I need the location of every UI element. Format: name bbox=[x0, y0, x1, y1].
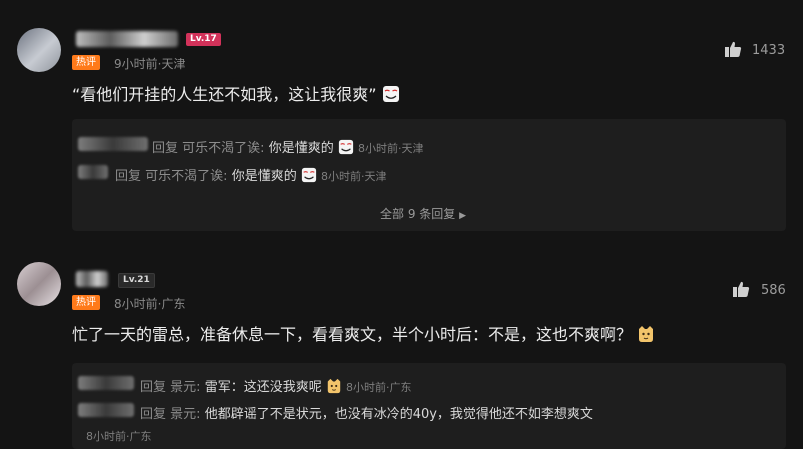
reply-meta: 8小时前·广东 bbox=[345, 381, 412, 394]
level-badge: Lv.17 bbox=[186, 33, 221, 46]
view-all-replies-label: 全部 9 条回复 bbox=[380, 207, 456, 221]
reply-username[interactable] bbox=[78, 165, 108, 179]
reply-row: 回复 可乐不渴了诶: 你是懂爽的 8小时前·天津 bbox=[115, 165, 386, 184]
reply-prefix: 回复 bbox=[152, 141, 179, 156]
view-all-replies-button[interactable]: 全部 9 条回复 ▶ bbox=[380, 205, 466, 222]
reply-text: 你是懂爽的 bbox=[231, 169, 297, 184]
comment-body: 忙了一天的雷总，准备休息一下，看看爽文，半个小时后：不是，这也不爽啊？ bbox=[72, 325, 633, 344]
level-badge: Lv.21 bbox=[118, 273, 155, 288]
cat-face-emoji-icon bbox=[639, 326, 654, 342]
avatar[interactable] bbox=[17, 28, 61, 72]
reply-text: 他都辟谣了不是状元，也没有冰冷的40y，我觉得他还不如李想爽文 bbox=[204, 407, 593, 422]
comment-body: “看他们开挂的人生还不如我，这让我很爽” bbox=[72, 85, 377, 104]
reply-row: 回复 景元: 他都辟谣了不是状元，也没有冰冷的40y，我觉得他还不如李想爽文 bbox=[140, 403, 593, 422]
hot-comment-badge: 热评 bbox=[72, 295, 100, 310]
reply-prefix: 回复 bbox=[140, 407, 167, 422]
reply-meta: 8小时前·广东 bbox=[86, 430, 152, 443]
like-button[interactable] bbox=[724, 40, 742, 62]
reply-username[interactable] bbox=[78, 376, 134, 390]
reply-target[interactable]: 景元: bbox=[170, 407, 200, 422]
smirk-emoji-icon bbox=[338, 139, 353, 155]
reply-text: 你是懂爽的 bbox=[268, 141, 334, 156]
comment-meta: 8小时前·广东 bbox=[114, 297, 186, 311]
chevron-right-icon: ▶ bbox=[459, 211, 467, 221]
reply-username[interactable] bbox=[78, 403, 134, 417]
reply-target[interactable]: 可乐不渴了诶: bbox=[145, 169, 227, 184]
reply-target[interactable]: 可乐不渴了诶: bbox=[182, 141, 264, 156]
hot-comment-badge: 热评 bbox=[72, 55, 100, 70]
comment-text: 忙了一天的雷总，准备休息一下，看看爽文，半个小时后：不是，这也不爽啊？ bbox=[72, 321, 655, 345]
comment-meta: 9小时前·天津 bbox=[114, 57, 186, 71]
cat-face-emoji-icon bbox=[327, 378, 341, 394]
reply-row: 回复 景元: 雷军：这还没我爽呢 8小时前·广东 bbox=[140, 376, 411, 395]
reply-meta: 8小时前·天津 bbox=[357, 142, 424, 155]
smirk-emoji-icon bbox=[382, 86, 399, 102]
username[interactable] bbox=[76, 31, 178, 47]
comment-text: “看他们开挂的人生还不如我，这让我很爽” bbox=[72, 81, 400, 105]
reply-row: 回复 可乐不渴了诶: 你是懂爽的 8小时前·天津 bbox=[152, 137, 423, 156]
like-button[interactable] bbox=[732, 280, 750, 302]
reply-target[interactable]: 景元: bbox=[170, 380, 200, 395]
avatar[interactable] bbox=[17, 262, 61, 306]
like-count: 586 bbox=[761, 283, 786, 298]
reply-meta: 8小时前·天津 bbox=[320, 170, 387, 183]
reply-text: 雷军：这还没我爽呢 bbox=[204, 380, 322, 395]
username[interactable] bbox=[76, 271, 108, 287]
thumbs-up-icon bbox=[733, 281, 750, 297]
reply-username[interactable] bbox=[78, 137, 148, 151]
thumbs-up-icon bbox=[725, 41, 742, 57]
reply-prefix: 回复 bbox=[140, 380, 167, 395]
like-count: 1433 bbox=[752, 43, 786, 58]
reply-prefix: 回复 bbox=[115, 169, 142, 184]
smirk-emoji-icon bbox=[301, 167, 316, 183]
